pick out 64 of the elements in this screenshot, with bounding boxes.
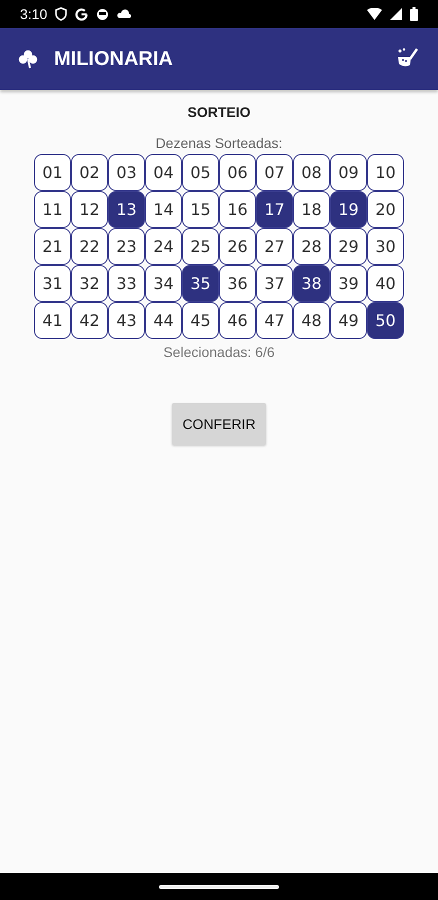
number-cell[interactable]: 09 xyxy=(330,154,367,191)
number-cell[interactable]: 46 xyxy=(219,302,256,339)
section-title: SORTEIO xyxy=(187,104,250,120)
number-cell[interactable]: 07 xyxy=(256,154,293,191)
number-cell[interactable]: 13 xyxy=(108,191,145,228)
number-cell[interactable]: 30 xyxy=(367,228,404,265)
number-cell[interactable]: 05 xyxy=(182,154,219,191)
number-cell[interactable]: 49 xyxy=(330,302,367,339)
number-cell[interactable]: 19 xyxy=(330,191,367,228)
app-title: MILIONARIA xyxy=(54,48,174,70)
number-cell[interactable]: 06 xyxy=(219,154,256,191)
number-cell[interactable]: 16 xyxy=(219,191,256,228)
number-cell[interactable]: 01 xyxy=(34,154,71,191)
number-cell[interactable]: 27 xyxy=(256,228,293,265)
number-cell[interactable]: 29 xyxy=(330,228,367,265)
number-cell[interactable]: 42 xyxy=(71,302,108,339)
number-cell[interactable]: 32 xyxy=(71,265,108,302)
number-cell[interactable]: 43 xyxy=(108,302,145,339)
signal-icon xyxy=(390,8,402,20)
home-handle[interactable] xyxy=(159,884,279,888)
number-cell[interactable]: 39 xyxy=(330,265,367,302)
number-cell[interactable]: 24 xyxy=(145,228,182,265)
shield-icon xyxy=(55,7,68,21)
number-cell[interactable]: 48 xyxy=(293,302,330,339)
number-cell[interactable]: 03 xyxy=(108,154,145,191)
cloud-icon xyxy=(117,9,132,19)
selection-count: Selecionadas: 6/6 xyxy=(163,344,275,360)
number-cell[interactable]: 50 xyxy=(367,302,404,339)
number-cell[interactable]: 10 xyxy=(367,154,404,191)
number-cell[interactable]: 17 xyxy=(256,191,293,228)
number-cell[interactable]: 20 xyxy=(367,191,404,228)
number-cell[interactable]: 25 xyxy=(182,228,219,265)
number-cell[interactable]: 18 xyxy=(293,191,330,228)
number-cell[interactable]: 26 xyxy=(219,228,256,265)
number-cell[interactable]: 34 xyxy=(145,265,182,302)
battery-icon xyxy=(410,7,418,21)
number-cell[interactable]: 44 xyxy=(145,302,182,339)
number-cell[interactable]: 45 xyxy=(182,302,219,339)
number-cell[interactable]: 23 xyxy=(108,228,145,265)
number-cell[interactable]: 11 xyxy=(34,191,71,228)
number-cell[interactable]: 37 xyxy=(256,265,293,302)
number-cell[interactable]: 12 xyxy=(71,191,108,228)
clover-icon xyxy=(18,49,38,69)
number-cell[interactable]: 15 xyxy=(182,191,219,228)
number-cell[interactable]: 33 xyxy=(108,265,145,302)
grid-label: Dezenas Sorteadas: xyxy=(156,135,282,151)
number-cell[interactable]: 14 xyxy=(145,191,182,228)
number-cell[interactable]: 22 xyxy=(71,228,108,265)
number-cell[interactable]: 28 xyxy=(293,228,330,265)
number-cell[interactable]: 21 xyxy=(34,228,71,265)
number-cell[interactable]: 40 xyxy=(367,265,404,302)
wifi-icon xyxy=(367,8,382,20)
number-cell[interactable]: 41 xyxy=(34,302,71,339)
check-button[interactable]: CONFERIR xyxy=(172,403,266,445)
number-cell[interactable]: 35 xyxy=(182,265,219,302)
number-cell[interactable]: 36 xyxy=(219,265,256,302)
number-cell[interactable]: 02 xyxy=(71,154,108,191)
number-cell[interactable]: 08 xyxy=(293,154,330,191)
number-cell[interactable]: 47 xyxy=(256,302,293,339)
number-cell[interactable]: 31 xyxy=(34,265,71,302)
number-cell[interactable]: 04 xyxy=(145,154,182,191)
google-icon xyxy=(75,8,88,20)
status-time: 3:10 xyxy=(20,6,48,22)
number-cell[interactable]: 38 xyxy=(293,265,330,302)
